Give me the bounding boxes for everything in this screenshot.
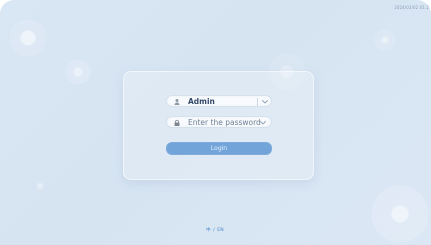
language-en[interactable]: EN: [217, 228, 223, 233]
chevron-down-icon[interactable]: [261, 99, 269, 105]
login-button[interactable]: Login: [166, 142, 272, 155]
login-screen: 2024/03/02 01:2 Admin Enter the password…: [0, 0, 431, 245]
lock-icon: [173, 119, 181, 127]
language-cn[interactable]: 中: [206, 227, 211, 233]
username-field[interactable]: Admin: [166, 95, 272, 107]
language-separator: /: [213, 228, 215, 233]
chevron-down-icon[interactable]: [259, 120, 267, 126]
timestamp: 2024/03/02 01:2: [394, 5, 429, 10]
field-divider: [257, 98, 258, 106]
username-value: Admin: [188, 97, 215, 106]
language-switcher: 中 / EN: [206, 227, 224, 233]
login-card: Admin Enter the password Login: [123, 71, 314, 180]
password-field[interactable]: Enter the password: [166, 116, 272, 128]
user-icon: [173, 98, 181, 106]
password-placeholder: Enter the password: [188, 118, 261, 127]
